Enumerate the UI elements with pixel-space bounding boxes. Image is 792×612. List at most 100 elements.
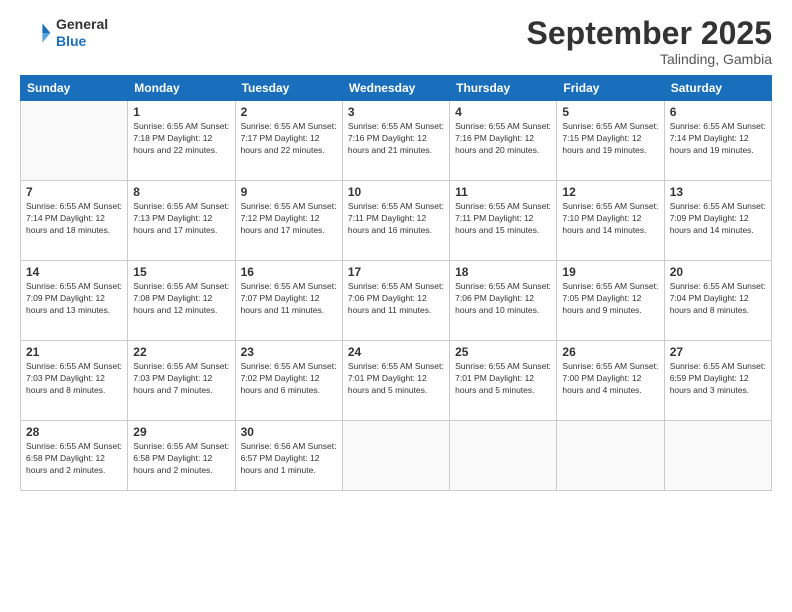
table-row: 30 Sunrise: 6:56 AM Sunset: 6:57 PM Dayli… [235, 421, 342, 491]
day-info: Sunrise: 6:55 AM Sunset: 7:06 PM Dayligh… [455, 281, 551, 317]
col-saturday: Saturday [664, 76, 771, 101]
day-number: 14 [26, 265, 122, 279]
day-number: 12 [562, 185, 658, 199]
day-info: Sunrise: 6:55 AM Sunset: 7:15 PM Dayligh… [562, 121, 658, 157]
table-row: 19Sunrise: 6:55 AM Sunset: 7:05 PM Dayli… [557, 261, 664, 341]
table-row: 22 Sunrise: 6:55 AM Sunset: 7:03 PM Dayli… [128, 341, 235, 421]
day-number: 11 [455, 185, 551, 199]
day-number: 19 [562, 265, 658, 279]
table-row: 10 Sunrise: 6:55 AM Sunset: 7:11 PM Dayli… [342, 181, 449, 261]
day-info: Sunrise: 6:55 AM Sunset: 7:17 PM Dayligh… [241, 121, 337, 157]
table-row: 17Sunrise: 6:55 AM Sunset: 7:06 PM Dayli… [342, 261, 449, 341]
table-row: 15 Sunrise: 6:55 AM Sunset: 7:08 PM Dayli… [128, 261, 235, 341]
logo-icon [20, 17, 52, 49]
day-number: 1 [133, 105, 229, 119]
day-number: 5 [562, 105, 658, 119]
day-number: 22 [133, 345, 229, 359]
table-row: 20 Sunrise: 6:55 AM Sunset: 7:04 PM Dayli… [664, 261, 771, 341]
day-info: Sunrise: 6:55 AM Sunset: 7:09 PM Dayligh… [670, 201, 766, 237]
day-number: 26 [562, 345, 658, 359]
day-info: Sunrise: 6:55 AM Sunset: 7:13 PM Dayligh… [133, 201, 229, 237]
calendar-table: Sunday Monday Tuesday Wednesday Thursday… [20, 75, 772, 491]
month-title: September 2025 [527, 16, 772, 51]
table-row: 3 Sunrise: 6:55 AM Sunset: 7:16 PM Daylig… [342, 101, 449, 181]
day-info: Sunrise: 6:55 AM Sunset: 7:03 PM Dayligh… [133, 361, 229, 397]
day-number: 18 [455, 265, 551, 279]
table-row [664, 421, 771, 491]
table-row: 29 Sunrise: 6:55 AM Sunset: 6:58 PM Dayli… [128, 421, 235, 491]
day-number: 6 [670, 105, 766, 119]
col-friday: Friday [557, 76, 664, 101]
logo-line1: General [56, 16, 108, 33]
day-number: 24 [348, 345, 444, 359]
day-number: 28 [26, 425, 122, 439]
col-wednesday: Wednesday [342, 76, 449, 101]
table-row: 14Sunrise: 6:55 AM Sunset: 7:09 PM Dayli… [21, 261, 128, 341]
table-row [342, 421, 449, 491]
day-info: Sunrise: 6:55 AM Sunset: 7:03 PM Dayligh… [26, 361, 122, 397]
table-row: 12 Sunrise: 6:55 AM Sunset: 7:10 PM Dayli… [557, 181, 664, 261]
day-number: 25 [455, 345, 551, 359]
table-row: 18 Sunrise: 6:55 AM Sunset: 7:06 PM Dayli… [450, 261, 557, 341]
day-number: 15 [133, 265, 229, 279]
logo-line2: Blue [56, 33, 108, 50]
table-row: 28 Sunrise: 6:55 AM Sunset: 6:58 PM Dayli… [21, 421, 128, 491]
logo: General Blue [20, 16, 108, 50]
table-row: 1 Sunrise: 6:55 AM Sunset: 7:18 PM Daylig… [128, 101, 235, 181]
table-row: 2 Sunrise: 6:55 AM Sunset: 7:17 PM Daylig… [235, 101, 342, 181]
col-monday: Monday [128, 76, 235, 101]
day-info: Sunrise: 6:55 AM Sunset: 7:08 PM Dayligh… [133, 281, 229, 317]
table-row: 26 Sunrise: 6:55 AM Sunset: 7:00 PM Dayli… [557, 341, 664, 421]
table-row: 6 Sunrise: 6:55 AM Sunset: 7:14 PM Daylig… [664, 101, 771, 181]
day-info: Sunrise: 6:55 AM Sunset: 7:00 PM Dayligh… [562, 361, 658, 397]
day-number: 9 [241, 185, 337, 199]
table-row: 7 Sunrise: 6:55 AM Sunset: 7:14 PM Daylig… [21, 181, 128, 261]
table-row [450, 421, 557, 491]
day-number: 3 [348, 105, 444, 119]
day-number: 4 [455, 105, 551, 119]
day-info: Sunrise: 6:55 AM Sunset: 6:58 PM Dayligh… [133, 441, 229, 477]
table-row: 24 Sunrise: 6:55 AM Sunset: 7:01 PM Dayli… [342, 341, 449, 421]
day-info: Sunrise: 6:55 AM Sunset: 7:18 PM Dayligh… [133, 121, 229, 157]
day-number: 17 [348, 265, 444, 279]
day-info: Sunrise: 6:55 AM Sunset: 7:01 PM Dayligh… [348, 361, 444, 397]
title-block: September 2025 Talinding, Gambia [527, 16, 772, 67]
day-info: Sunrise: 6:55 AM Sunset: 7:16 PM Dayligh… [455, 121, 551, 157]
day-info: Sunrise: 6:55 AM Sunset: 7:04 PM Dayligh… [670, 281, 766, 317]
col-thursday: Thursday [450, 76, 557, 101]
day-info: Sunrise: 6:55 AM Sunset: 7:14 PM Dayligh… [26, 201, 122, 237]
day-info: Sunrise: 6:55 AM Sunset: 6:58 PM Dayligh… [26, 441, 122, 477]
day-info: Sunrise: 6:55 AM Sunset: 7:10 PM Dayligh… [562, 201, 658, 237]
day-number: 21 [26, 345, 122, 359]
day-number: 20 [670, 265, 766, 279]
location-subtitle: Talinding, Gambia [527, 51, 772, 67]
day-info: Sunrise: 6:55 AM Sunset: 7:01 PM Dayligh… [455, 361, 551, 397]
day-info: Sunrise: 6:55 AM Sunset: 7:12 PM Dayligh… [241, 201, 337, 237]
day-number: 16 [241, 265, 337, 279]
calendar-header-row: Sunday Monday Tuesday Wednesday Thursday… [21, 76, 772, 101]
day-number: 10 [348, 185, 444, 199]
day-number: 27 [670, 345, 766, 359]
table-row: 25 Sunrise: 6:55 AM Sunset: 7:01 PM Dayli… [450, 341, 557, 421]
day-number: 30 [241, 425, 337, 439]
table-row [21, 101, 128, 181]
table-row: 5 Sunrise: 6:55 AM Sunset: 7:15 PM Daylig… [557, 101, 664, 181]
day-info: Sunrise: 6:55 AM Sunset: 7:14 PM Dayligh… [670, 121, 766, 157]
day-info: Sunrise: 6:56 AM Sunset: 6:57 PM Dayligh… [241, 441, 337, 477]
header: General Blue September 2025 Talinding, G… [20, 16, 772, 67]
day-number: 8 [133, 185, 229, 199]
day-number: 13 [670, 185, 766, 199]
day-info: Sunrise: 6:55 AM Sunset: 6:59 PM Dayligh… [670, 361, 766, 397]
day-number: 7 [26, 185, 122, 199]
day-info: Sunrise: 6:55 AM Sunset: 7:16 PM Dayligh… [348, 121, 444, 157]
table-row: 11Sunrise: 6:55 AM Sunset: 7:11 PM Dayli… [450, 181, 557, 261]
table-row: 23Sunrise: 6:55 AM Sunset: 7:02 PM Dayli… [235, 341, 342, 421]
day-number: 2 [241, 105, 337, 119]
day-info: Sunrise: 6:55 AM Sunset: 7:11 PM Dayligh… [348, 201, 444, 237]
day-number: 29 [133, 425, 229, 439]
day-number: 23 [241, 345, 337, 359]
table-row: 9 Sunrise: 6:55 AM Sunset: 7:12 PM Daylig… [235, 181, 342, 261]
table-row: 27 Sunrise: 6:55 AM Sunset: 6:59 PM Dayli… [664, 341, 771, 421]
page: General Blue September 2025 Talinding, G… [0, 0, 792, 612]
table-row [557, 421, 664, 491]
